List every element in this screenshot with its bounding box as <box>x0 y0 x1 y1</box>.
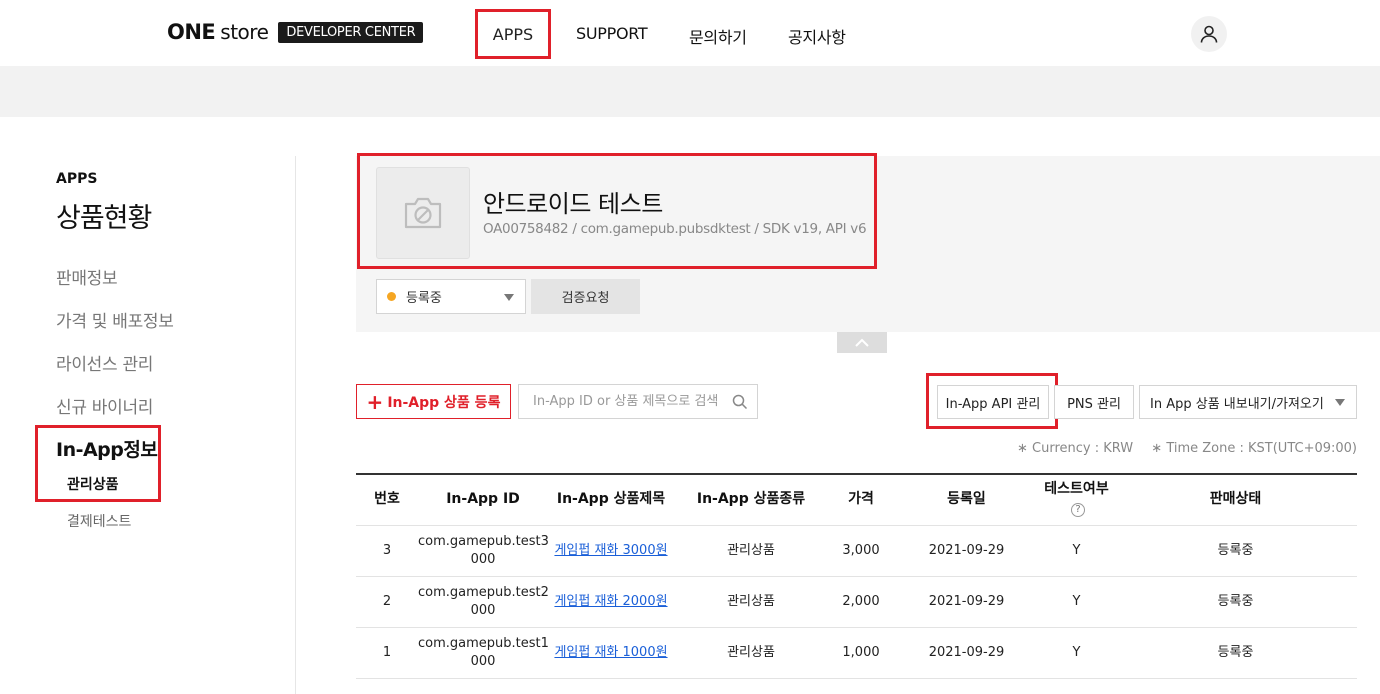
developer-center-badge: DEVELOPER CENTER <box>278 21 424 43</box>
chevron-down-icon <box>1335 399 1345 406</box>
cell-price: 1,000 <box>842 644 880 660</box>
table-header-row: 번호 In-App ID In-App 상품제목 In-App 상품종류 가격 … <box>356 475 1357 526</box>
help-icon[interactable]: ? <box>1071 503 1085 517</box>
top-header: ONE store DEVELOPER CENTER APPS SUPPORT … <box>0 0 1380 66</box>
header-test-flag: 테스트여부? <box>1039 480 1114 519</box>
cell-no: 3 <box>382 542 392 558</box>
currency-timezone-info: ∗ Currency : KRW ∗ Time Zone : KST(UTC+0… <box>900 441 1357 456</box>
status-dot-icon <box>387 292 396 301</box>
cell-inapp-id-line2: 000 <box>470 654 496 669</box>
nav-support[interactable]: SUPPORT <box>576 24 648 43</box>
sidebar-item-inapp-info[interactable]: In-App정보 <box>56 435 158 462</box>
add-inapp-product-button[interactable]: + In-App 상품 등록 <box>356 384 511 419</box>
sidebar-subitem-managed-products[interactable]: 관리상품 <box>67 474 119 494</box>
table-row: 3 com.gamepub.test3 000 게임펍 재화 3000원 관리상품… <box>356 526 1357 577</box>
user-avatar[interactable] <box>1191 16 1227 52</box>
cell-inapp-id-line1: com.gamepub.test3 <box>418 533 549 549</box>
sidebar-item-sales-info[interactable]: 판매정보 <box>56 264 118 289</box>
cell-inapp-id-line2: 000 <box>470 552 496 567</box>
nav-notice[interactable]: 공지사항 <box>788 24 846 48</box>
header-inapp-id: In-App ID <box>446 491 520 508</box>
export-import-label: In App 상품 내보내기/가져오기 <box>1150 396 1324 412</box>
sidebar-section-label: APPS <box>56 171 98 187</box>
cell-product-title: 게임펍 재화 3000원 <box>548 542 674 560</box>
logo-one-text: ONE <box>167 20 216 44</box>
cell-sales-status: 등록중 <box>1217 593 1254 609</box>
cell-product-type: 관리상품 <box>727 542 775 558</box>
app-name: 안드로이드 테스트 <box>483 190 663 218</box>
chevron-up-icon <box>855 338 869 347</box>
nav-inquiry[interactable]: 문의하기 <box>689 24 747 48</box>
status-value: 등록중 <box>406 291 442 306</box>
table-row: 1 com.gamepub.test1 000 게임펍 재화 1000원 관리상품… <box>356 628 1357 679</box>
cell-test-flag: Y <box>1072 593 1081 609</box>
product-title-link[interactable]: 게임펍 재화 1000원 <box>554 645 667 660</box>
app-thumbnail <box>376 167 470 259</box>
onestore-logo[interactable]: ONE store DEVELOPER CENTER <box>167 20 424 44</box>
cell-inapp-id: com.gamepub.test2 000 <box>418 584 549 620</box>
header-registered-date: 등록일 <box>947 491 986 508</box>
search-icon[interactable] <box>732 394 748 410</box>
timezone-info: ∗ Time Zone : KST(UTC+09:00) <box>1151 441 1357 456</box>
collapse-panel-button[interactable] <box>837 332 887 353</box>
cell-sales-status: 등록중 <box>1217 542 1254 558</box>
cell-product-title: 게임펍 재화 1000원 <box>548 644 674 662</box>
search-box <box>518 384 758 419</box>
cell-price: 3,000 <box>842 542 880 558</box>
header-price: 가격 <box>848 491 874 508</box>
cell-inapp-id-line1: com.gamepub.test2 <box>418 584 549 600</box>
cell-registered-date: 2021-09-29 <box>928 542 1005 558</box>
sidebar-subitem-payment-test[interactable]: 결제테스트 <box>67 511 131 531</box>
add-inapp-product-label: In-App 상품 등록 <box>387 394 501 411</box>
cell-inapp-id-line2: 000 <box>470 603 496 618</box>
cell-product-type: 관리상품 <box>727 593 775 609</box>
cell-no: 1 <box>382 644 392 660</box>
header-product-title: In-App 상품제목 <box>556 491 666 508</box>
app-meta: OA00758482 / com.gamepub.pubsdktest / SD… <box>483 221 867 237</box>
status-dropdown[interactable]: 등록중 <box>376 279 526 314</box>
cell-price: 2,000 <box>842 593 880 609</box>
user-icon <box>1200 25 1218 43</box>
header-test-flag-label: 테스트여부 <box>1044 481 1109 498</box>
logo-store-text: store <box>220 20 269 44</box>
sidebar-title: 상품현황 <box>56 203 152 234</box>
table-row: 2 com.gamepub.test2 000 게임펍 재화 2000원 관리상품… <box>356 577 1357 628</box>
product-title-link[interactable]: 게임펍 재화 2000원 <box>554 594 667 609</box>
pns-manage-button[interactable]: PNS 관리 <box>1054 385 1134 419</box>
cell-registered-date: 2021-09-29 <box>928 593 1005 609</box>
nav-apps[interactable]: APPS <box>475 9 551 59</box>
no-image-camera-icon <box>404 197 442 229</box>
cell-product-type: 관리상품 <box>727 644 775 660</box>
cell-sales-status: 등록중 <box>1217 644 1254 660</box>
cell-product-title: 게임펍 재화 2000원 <box>548 593 674 611</box>
sidebar-divider <box>295 156 296 694</box>
header-product-type: In-App 상품종류 <box>696 491 806 508</box>
cell-inapp-id: com.gamepub.test1 000 <box>418 635 549 671</box>
search-input[interactable] <box>533 394 738 409</box>
cell-test-flag: Y <box>1072 542 1081 558</box>
chevron-down-icon <box>504 294 514 301</box>
cell-test-flag: Y <box>1072 644 1081 660</box>
cell-registered-date: 2021-09-29 <box>928 644 1005 660</box>
cell-no: 2 <box>382 593 392 609</box>
banner-strip <box>0 66 1380 117</box>
header-sales-status: 판매상태 <box>1209 491 1262 508</box>
header-no: 번호 <box>374 491 400 508</box>
currency-info: ∗ Currency : KRW <box>1017 441 1134 456</box>
verify-request-button[interactable]: 검증요청 <box>531 279 640 314</box>
cell-inapp-id-line1: com.gamepub.test1 <box>418 635 549 651</box>
sidebar-item-license[interactable]: 라이선스 관리 <box>56 350 153 375</box>
plus-icon: + <box>366 389 384 414</box>
sidebar-item-price-distribution[interactable]: 가격 및 배포정보 <box>56 307 174 332</box>
inapp-api-manage-button[interactable]: In-App API 관리 <box>937 385 1049 419</box>
product-title-link[interactable]: 게임펍 재화 3000원 <box>554 543 667 558</box>
cell-inapp-id: com.gamepub.test3 000 <box>418 533 549 569</box>
sidebar-item-new-binary[interactable]: 신규 바이너리 <box>56 393 153 418</box>
export-import-dropdown[interactable]: In App 상품 내보내기/가져오기 <box>1139 385 1357 419</box>
inapp-products-table: 번호 In-App ID In-App 상품제목 In-App 상품종류 가격 … <box>356 473 1357 679</box>
